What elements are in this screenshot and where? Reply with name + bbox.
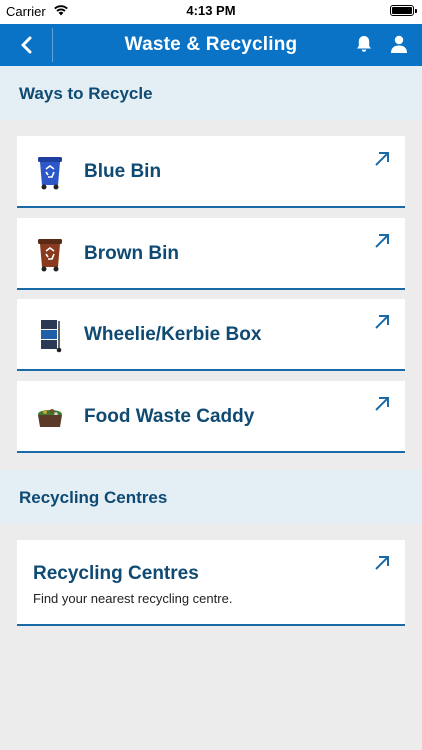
arrow-up-right-icon <box>375 152 389 166</box>
ways-to-recycle-header: Ways to Recycle <box>0 66 422 120</box>
section-title: Recycling Centres <box>19 488 168 507</box>
section-title: Ways to Recycle <box>19 84 153 103</box>
card-subtitle: Find your nearest recycling centre. <box>33 591 233 606</box>
item-label: Wheelie/Kerbie Box <box>84 324 262 345</box>
arrow-up-right-icon <box>375 234 389 248</box>
list-item-blue-bin[interactable]: Blue Bin <box>17 136 405 208</box>
item-label: Food Waste Caddy <box>84 406 255 427</box>
clock: 4:13 PM <box>186 3 236 18</box>
item-label: Blue Bin <box>84 161 162 182</box>
list-item-brown-bin[interactable]: Brown Bin <box>17 218 405 290</box>
bell-icon[interactable] <box>354 34 374 54</box>
blue-bin-icon <box>38 157 62 190</box>
arrow-up-right-icon <box>375 315 389 329</box>
wheelie-kerbie-box-icon <box>41 320 62 353</box>
status-bar: Carrier 4:13 PM <box>0 0 422 24</box>
recycling-centres-header: Recycling Centres <box>0 470 422 524</box>
recycling-centres-card[interactable]: Recycling Centres Find your nearest recy… <box>17 540 405 626</box>
brown-bin-icon <box>38 239 62 272</box>
list-item-wheelie-kerbie-box[interactable]: Wheelie/Kerbie Box <box>17 299 405 371</box>
nav-bar: Waste & Recycling <box>0 24 422 66</box>
item-label: Brown Bin <box>84 243 179 264</box>
list-item-food-waste-caddy[interactable]: Food Waste Caddy <box>17 381 405 453</box>
arrow-up-right-icon <box>375 397 389 411</box>
card-title: Recycling Centres <box>33 563 199 584</box>
battery-icon <box>390 5 417 16</box>
food-waste-caddy-icon <box>38 409 62 427</box>
arrow-up-right-icon <box>375 556 389 570</box>
user-icon[interactable] <box>389 34 409 54</box>
